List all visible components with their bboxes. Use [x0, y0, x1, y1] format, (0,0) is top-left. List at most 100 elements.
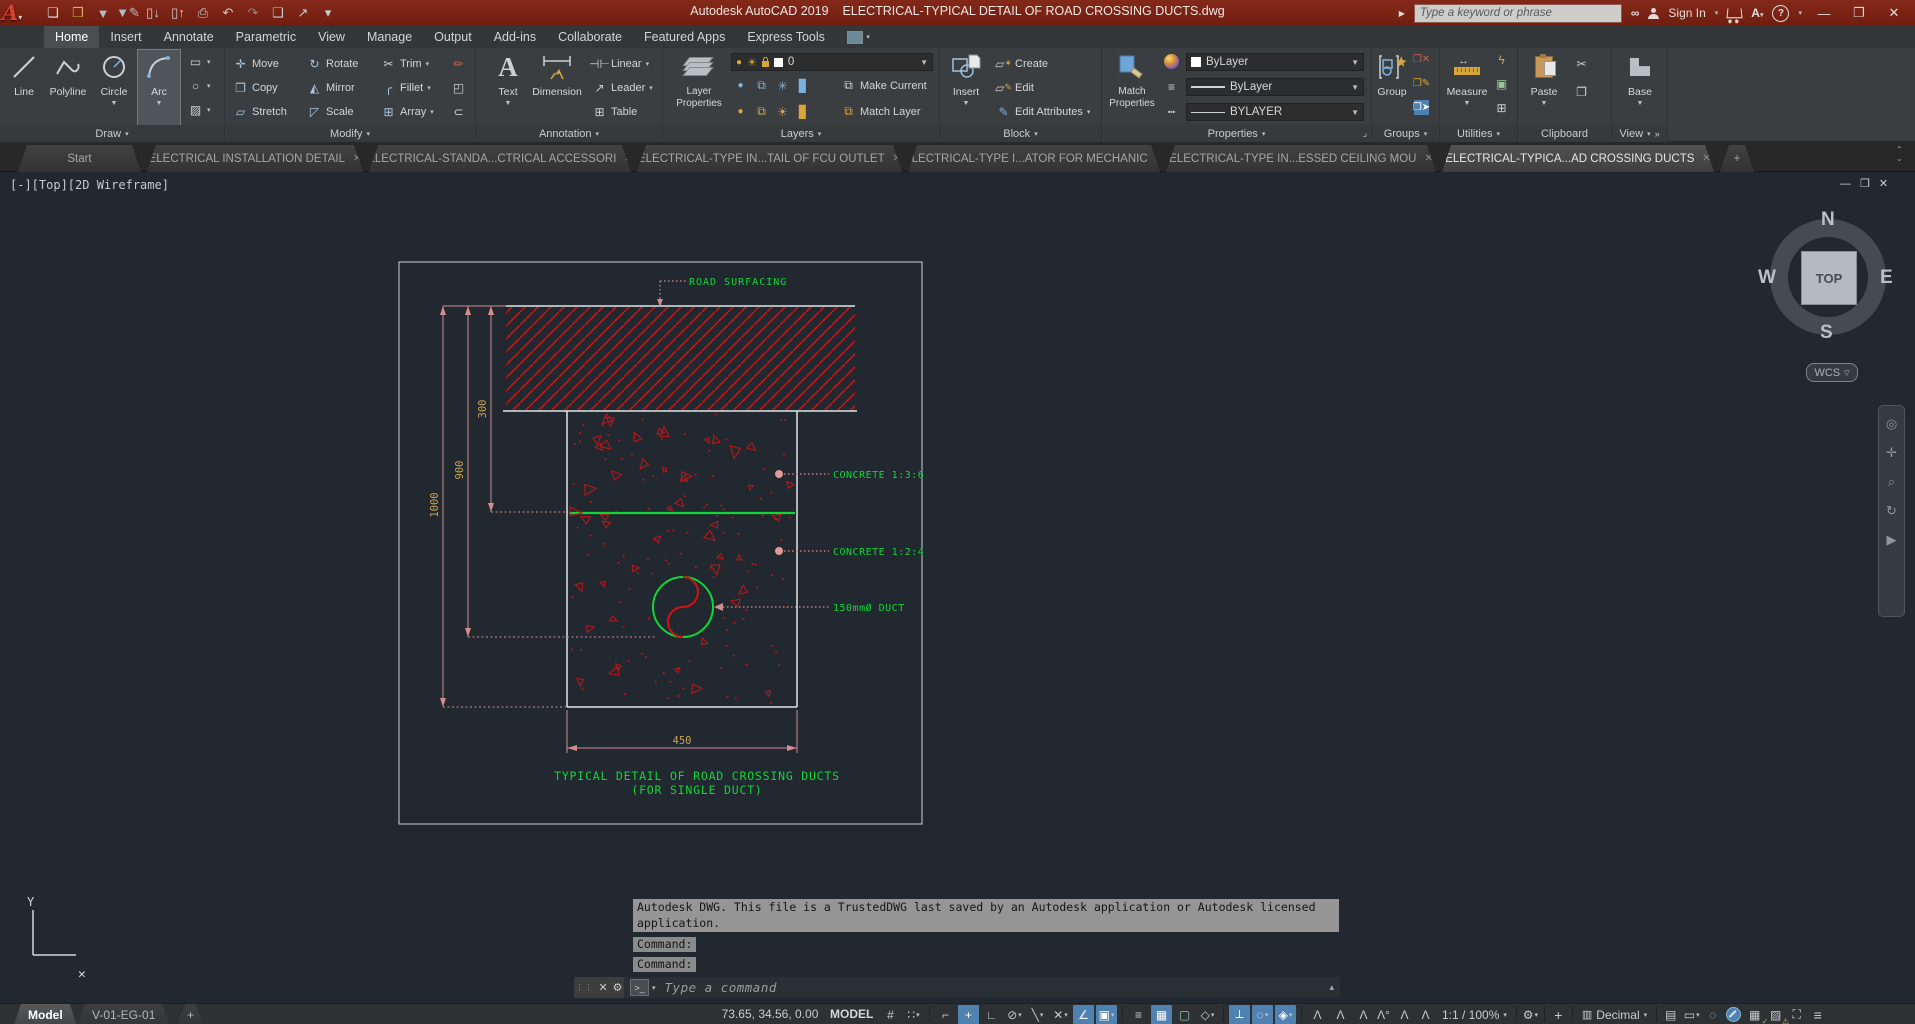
circle-dropdown-icon[interactable]: ▼	[92, 98, 136, 110]
app-store-cart-icon[interactable]	[1726, 8, 1743, 19]
ribbon-tab-featured-apps[interactable]: Featured Apps	[633, 26, 736, 48]
copy-button[interactable]: ❐ Copy	[233, 80, 278, 95]
isolate-objects-icon[interactable]: ◌	[1702, 1005, 1723, 1024]
offset-button[interactable]: ⊂	[451, 104, 466, 119]
viewcube-south[interactable]: S	[1820, 322, 1833, 344]
text-dropdown-icon[interactable]: ▼	[486, 98, 530, 110]
erase-button[interactable]: ✏	[451, 56, 466, 71]
file-tab-close-icon[interactable]: ✕	[1702, 153, 1710, 164]
rectangle-button[interactable]: ▭ ▾	[188, 54, 211, 69]
layer-properties-button[interactable]: Layer Properties	[671, 50, 727, 110]
stretch-button[interactable]: ▱ Stretch	[233, 104, 287, 119]
help-icon[interactable]: ?	[1772, 4, 1790, 22]
explode-button[interactable]: ◰	[451, 80, 466, 95]
ellipse-button[interactable]: ○ ▾	[188, 78, 211, 93]
dynamic-input-icon[interactable]: +	[958, 1005, 979, 1024]
polyline-button[interactable]: Polyline	[46, 50, 90, 98]
file-tab[interactable]: ELECTRICAL-TYPE I...ATOR FOR MECHANIC ✕	[908, 145, 1160, 172]
viewcube-east[interactable]: E	[1880, 267, 1893, 289]
minimize-button[interactable]: —	[1811, 6, 1837, 21]
panel-label-utilities[interactable]: Utilities ▾	[1440, 125, 1517, 142]
panel-label-block[interactable]: Block ▾	[940, 125, 1101, 142]
close-button[interactable]: ✕	[1881, 5, 1907, 21]
insert-dropdown-icon[interactable]: ▼	[944, 98, 988, 110]
block-create-button[interactable]: ▱ ✶ Create	[995, 56, 1048, 71]
quick-select-button[interactable]: ϟ	[1494, 52, 1509, 67]
graphics-status-icon[interactable]: ▦ ✓	[1744, 1005, 1768, 1024]
file-tab[interactable]: ELECTRICAL-TYPE IN...ESSED CEILING MOU ✕	[1166, 145, 1436, 172]
make-current-button[interactable]: ⧉ Make Current	[841, 78, 926, 93]
base-dropdown-icon[interactable]: ▼	[1618, 98, 1662, 110]
insert-button[interactable]: Insert ▼	[944, 50, 988, 110]
navigation-bar[interactable]: ◎ ✛ ⌕ ↻ ▶	[1878, 405, 1905, 617]
measure-button[interactable]: Measure ▼	[1442, 50, 1492, 110]
annotation-scale-sync-icon[interactable]: Λ	[1394, 1005, 1415, 1024]
snap-icon[interactable]: ∷ ▾	[903, 1005, 924, 1024]
group-selection-toggle[interactable]: ❐➤	[1413, 100, 1430, 115]
scale-button[interactable]: ◸ Scale	[307, 104, 354, 119]
ungroup-button[interactable]: ❐✕	[1413, 52, 1430, 67]
annotation-autoscale-icon[interactable]: Λ	[1415, 1005, 1436, 1024]
osnap-icon[interactable]: ▣ ▾	[1096, 1005, 1117, 1024]
vp-restore-icon[interactable]: ❐	[1860, 177, 1870, 190]
dimension-button[interactable]: Dimension	[528, 50, 586, 98]
paste-dropdown-icon[interactable]: ▼	[1522, 98, 1566, 110]
command-input[interactable]: Type a command	[665, 980, 777, 995]
file-tab[interactable]: ELECTRICAL-STANDA...CTRICAL ACCESSORI ✕	[369, 145, 631, 172]
osnap-2d-icon[interactable]: ∠	[1073, 1005, 1094, 1024]
ortho-icon[interactable]: ∟	[981, 1005, 1002, 1024]
panel-label-layers[interactable]: Layers ▾	[663, 125, 939, 142]
annotation-scale-settings-icon[interactable]: ⚙ ▾	[1520, 1005, 1541, 1024]
ribbon-tab-express-tools[interactable]: Express Tools	[736, 26, 836, 48]
layout-tab[interactable]: V-01-EG-01	[78, 1004, 169, 1024]
polar-tracking-icon[interactable]: ⊘ ▾	[1004, 1005, 1025, 1024]
circle-button[interactable]: Circle ▼	[92, 50, 136, 110]
file-tab-close-icon[interactable]: ✕	[893, 153, 901, 164]
ribbon-tab-insert[interactable]: Insert	[99, 26, 152, 48]
undo-icon[interactable]: ↶	[219, 4, 237, 22]
linetype-dropdown[interactable]: BYLAYER ▼	[1186, 103, 1364, 121]
autodesk-exchange-icon[interactable]: A▾	[1751, 6, 1763, 20]
lineweight-dropdown[interactable]: ByLayer ▼	[1186, 78, 1364, 96]
dynamic-ucs-icon[interactable]: ⟂	[1229, 1005, 1250, 1024]
graphics-performance-icon[interactable]	[1723, 1005, 1744, 1024]
command-customize-icon[interactable]: ⚙	[613, 981, 623, 994]
command-grip[interactable]: ⋮⋮ ✕ ⚙	[574, 977, 624, 998]
annotation-scale-button[interactable]: 1:1 / 100% ▾	[1436, 1005, 1513, 1024]
command-prompt-icon[interactable]: >_	[630, 979, 649, 996]
ribbon-tab-collaborate[interactable]: Collaborate	[547, 26, 633, 48]
linear-button[interactable]: ⊣⊢ Linear ▾	[589, 56, 649, 71]
annotation-autoscale-icon[interactable]: Λ	[1353, 1005, 1374, 1024]
array-button[interactable]: ⊞ Array ▾	[381, 104, 433, 119]
zoom-extents-icon[interactable]: ⌕	[1888, 474, 1895, 490]
panel-label-draw[interactable]: Draw ▾	[0, 125, 224, 142]
annotation-scale-sync-icon[interactable]: Λ	[1330, 1005, 1351, 1024]
application-menu-button[interactable]: A▾	[2, 0, 36, 30]
trim-button[interactable]: ✂ Trim ▾	[381, 56, 429, 71]
osnap-3d-icon[interactable]: ◇ ▾	[1197, 1005, 1218, 1024]
infer-constraints-icon[interactable]: ⌐	[935, 1005, 956, 1024]
qat-customize-icon[interactable]: ▾	[319, 4, 337, 22]
ribbon-tab-overflow[interactable]: ▾	[836, 26, 881, 48]
copy-clip-button[interactable]: ❐	[1574, 84, 1589, 99]
redo-icon[interactable]: ↷	[244, 4, 262, 22]
text-button[interactable]: A Text ▼	[486, 50, 530, 110]
file-tab[interactable]: ELECTRICAL-TYPE IN...TAIL OF FCU OUTLET ✕	[637, 145, 902, 172]
layer-state-icons-row1[interactable]: ● ⧉ ✳ ▊	[733, 78, 811, 93]
select-objects-button[interactable]: ▣	[1494, 76, 1509, 91]
ribbon-tab-home[interactable]: Home	[44, 26, 100, 48]
line-button[interactable]: Line	[2, 50, 46, 98]
ribbon-tab-annotate[interactable]: Annotate	[153, 26, 225, 48]
paste-button[interactable]: Paste ▼	[1522, 50, 1566, 110]
customization-menu-icon[interactable]: ≡	[1807, 1005, 1828, 1024]
group-edit-button[interactable]: ❐✎	[1413, 76, 1430, 91]
units-button[interactable]: ▥ Decimal ▾	[1576, 1005, 1653, 1024]
clean-screen-icon[interactable]: ⛶	[1786, 1005, 1807, 1024]
file-tab-close-icon[interactable]: ✕	[624, 153, 632, 164]
open-folder-icon[interactable]: ❒	[69, 4, 87, 22]
new-drawing-tab[interactable]: +	[1720, 145, 1754, 172]
group-button[interactable]: Group	[1372, 50, 1412, 98]
file-tabs-overflow-icon[interactable]: ⌃ ⌄	[1896, 145, 1903, 163]
hatch-button[interactable]: ▨ ▾	[188, 102, 211, 117]
restore-button[interactable]: ❐	[1846, 5, 1872, 21]
